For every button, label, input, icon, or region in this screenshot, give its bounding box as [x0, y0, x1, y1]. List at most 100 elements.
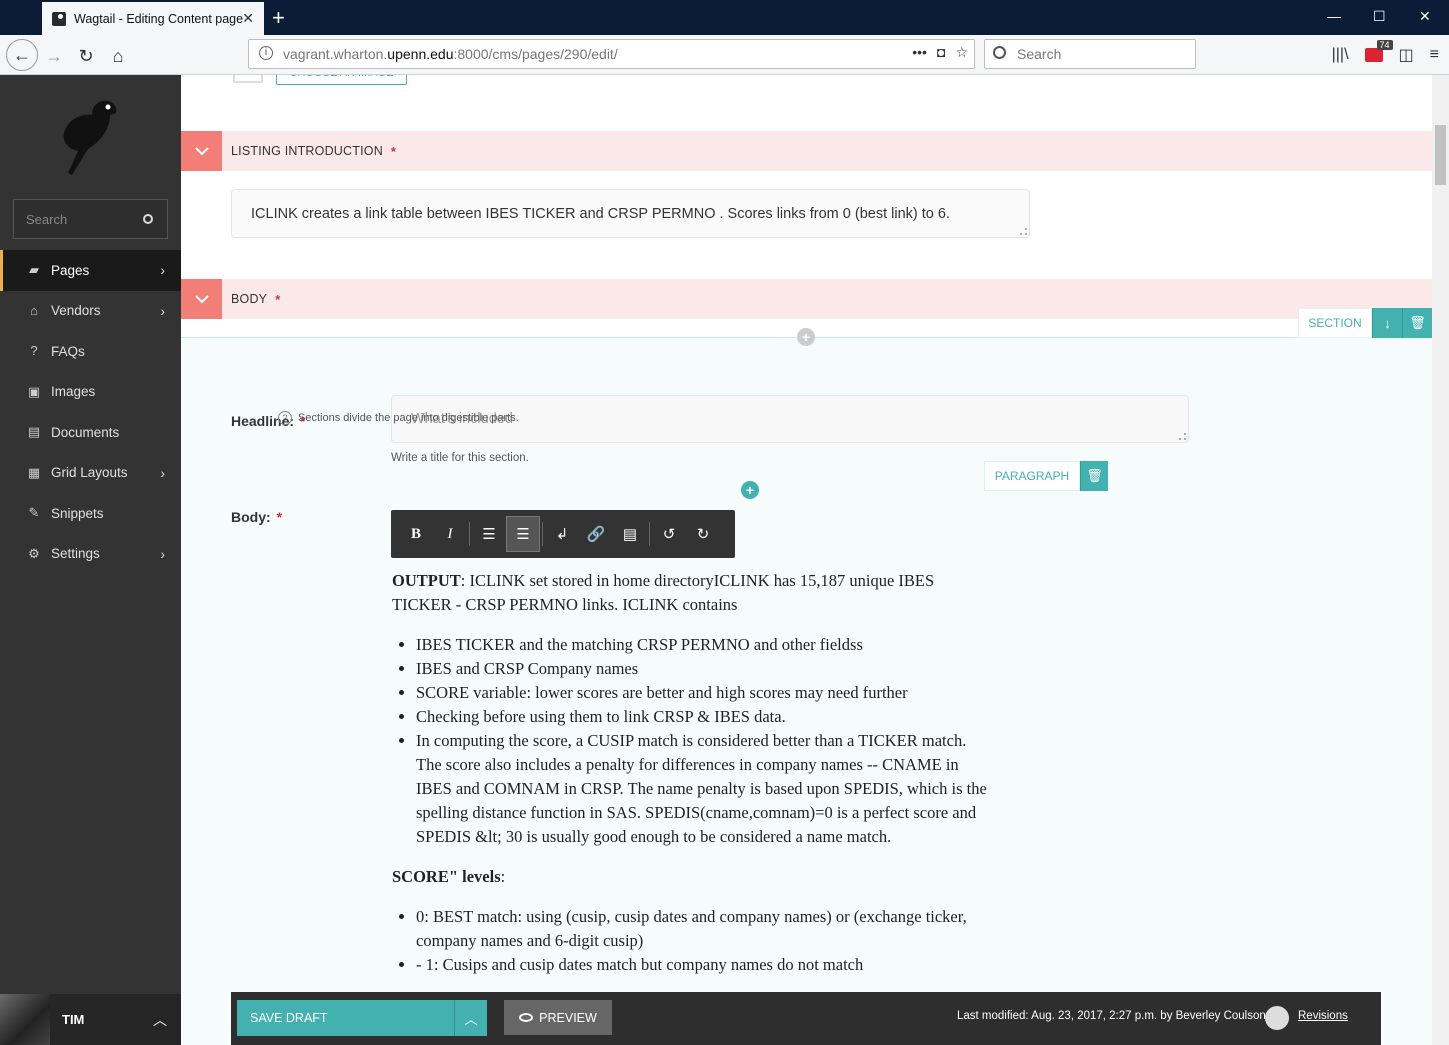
delete-icon[interactable]: 🗑 [1402, 308, 1432, 338]
url-bar[interactable]: i vagrant.wharton. upenn.edu:8000/cms/pag… [248, 39, 975, 69]
document-link-icon[interactable]: ▤ [613, 516, 647, 552]
preview-label: PREVIEW [539, 1010, 597, 1025]
image-placeholder-icon [233, 75, 263, 83]
forward-arrow-icon[interactable]: → [40, 42, 68, 70]
account-menu[interactable]: TIM ︿ [0, 994, 181, 1045]
maximize-icon[interactable]: ☐ [1373, 8, 1386, 25]
choose-image-button[interactable]: CHOOSE AN IMAGE [276, 75, 407, 85]
extension-icon[interactable]: 74 [1364, 40, 1393, 62]
list-item: In computing the score, a CUSIP match is… [416, 729, 992, 849]
document-icon: ▤ [27, 424, 41, 440]
sidebar-item-grid-layouts[interactable]: ▦ Grid Layouts › [0, 453, 181, 494]
search-icon[interactable] [143, 214, 153, 224]
revisions-link[interactable]: Revisions [1298, 1010, 1348, 1022]
headline-tooltip: ? Sections divide the page into digestib… [278, 411, 519, 425]
sidebar-item-label: Pages [51, 262, 90, 278]
sidebar-item-label: Settings [51, 546, 100, 562]
add-block-icon[interactable]: + [741, 481, 759, 499]
sidebar-menu: ▰ Pages › ⌂ Vendors › ? FAQs ▣ Images ▤ … [0, 250, 181, 574]
contents-list: IBES TICKER and the matching CRSP PERMNO… [416, 633, 992, 849]
last-modified-text: Last modified: Aug. 23, 2017, 2:27 p.m. … [957, 1010, 1266, 1022]
browser-tab-bar: Wagtail - Editing Content page ✕ + — ☐ ✕ [0, 0, 1449, 35]
chevron-right-icon: › [160, 545, 165, 562]
sidebar-item-images[interactable]: ▣ Images [0, 372, 181, 413]
headline-tip-text: Sections divide the page into digestible… [298, 412, 519, 424]
sidebar-item-snippets[interactable]: ✎ Snippets [0, 493, 181, 534]
unordered-list-icon[interactable]: ☰ [506, 516, 540, 552]
browser-nav-bar: ← → ↻ ⌂ i vagrant.wharton. upenn.edu:8000… [0, 35, 1449, 75]
new-tab-icon[interactable]: + [272, 5, 285, 31]
library-icon[interactable]: |||\ [1332, 46, 1349, 64]
resize-handle-icon[interactable] [1179, 433, 1186, 440]
admin-sidebar: Search ▰ Pages › ⌂ Vendors › ? FAQs ▣ Im… [0, 75, 181, 1045]
pocket-icon[interactable]: ◘ [937, 44, 945, 61]
sidebar-toggle-icon[interactable]: ◫ [1399, 45, 1414, 65]
required-marker: * [275, 291, 281, 307]
body-rich-text-editor[interactable]: OUTPUT: ICLINK set stored in home direct… [392, 569, 992, 993]
redo-icon[interactable]: ↻ [686, 516, 720, 552]
url-path: :8000/cms/pages/290/edit/ [453, 46, 618, 62]
link-icon[interactable]: 🔗 [579, 516, 613, 552]
page-scrollbar[interactable] [1432, 75, 1449, 1045]
line-break-icon[interactable]: ↲ [545, 516, 579, 552]
bank-icon: ⌂ [30, 302, 38, 318]
sidebar-item-faqs[interactable]: ? FAQs [0, 331, 181, 372]
ordered-list-icon[interactable]: ☰ [472, 516, 506, 552]
undo-icon[interactable]: ↺ [652, 516, 686, 552]
scrollbar-thumb[interactable] [1435, 125, 1446, 185]
panel-title: LISTING INTRODUCTION [231, 144, 383, 158]
delete-icon[interactable]: 🗑 [1080, 461, 1108, 491]
sidebar-item-vendors[interactable]: ⌂ Vendors › [0, 291, 181, 332]
save-draft-button[interactable]: SAVE DRAFT [237, 1000, 454, 1036]
listing-introduction-input[interactable]: ICLINK creates a link table between IBES… [231, 189, 1030, 238]
italic-icon[interactable]: I [433, 516, 467, 552]
home-icon[interactable]: ⌂ [104, 42, 132, 70]
reload-icon[interactable]: ↻ [72, 42, 100, 70]
listing-introduction-panel-header: LISTING INTRODUCTION * [181, 131, 1432, 171]
minimize-icon[interactable]: — [1327, 8, 1341, 24]
chevron-up-icon[interactable]: ︿ [153, 1010, 167, 1030]
score-levels-list: 0: BEST match: using (cusip, cusip dates… [416, 905, 992, 977]
sidebar-item-settings[interactable]: ⚙ Settings › [0, 534, 181, 575]
back-arrow-icon[interactable]: ← [6, 39, 38, 71]
sidebar-item-documents[interactable]: ▤ Documents [0, 412, 181, 453]
sidebar-item-pages[interactable]: ▰ Pages › [0, 250, 181, 291]
move-down-icon[interactable]: ↓ [1372, 308, 1402, 338]
collapse-toggle[interactable] [181, 279, 222, 319]
hamburger-menu-icon[interactable]: ≡ [1430, 46, 1439, 64]
browser-search-input[interactable]: Search [984, 39, 1196, 69]
list-item: 0: BEST match: using (cusip, cusip dates… [416, 905, 992, 953]
add-block-icon[interactable]: + [797, 328, 815, 346]
bold-icon[interactable]: B [399, 516, 433, 552]
listing-introduction-value: ICLINK creates a link table between IBES… [251, 205, 950, 222]
sidebar-search-input[interactable]: Search [13, 199, 168, 239]
avatar [0, 994, 50, 1045]
list-item: Checking before using them to link CRSP … [416, 705, 992, 729]
bookmark-star-icon[interactable]: ☆ [955, 44, 968, 61]
resize-handle-icon[interactable] [1020, 228, 1027, 235]
wagtail-logo-icon[interactable] [58, 97, 120, 177]
output-paragraph: OUTPUT: ICLINK set stored in home direct… [392, 571, 935, 614]
sidebar-item-label: Snippets [51, 505, 104, 521]
url-prefix: vagrant.wharton. [283, 46, 388, 62]
tab-close-icon[interactable]: ✕ [242, 10, 254, 27]
chevron-right-icon: › [160, 302, 165, 319]
collapse-toggle[interactable] [181, 131, 222, 171]
sidebar-item-label: Images [51, 384, 96, 400]
chevron-right-icon: › [160, 262, 165, 278]
section-block-controls: SECTION ↓ 🗑 [1298, 308, 1432, 338]
preview-button[interactable]: PREVIEW [504, 1000, 612, 1035]
chevron-down-icon [194, 147, 209, 156]
page-actions-icon[interactable]: ••• [912, 44, 927, 61]
site-info-icon[interactable]: i [259, 46, 273, 60]
chevron-up-icon[interactable]: ︿ [454, 1000, 487, 1036]
window-close-icon[interactable]: ✕ [1419, 8, 1431, 25]
paragraph-block-type: PARAGRAPH [984, 461, 1080, 491]
headline-help-text: Write a title for this section. [391, 452, 529, 464]
browser-tab[interactable]: Wagtail - Editing Content page ✕ [42, 2, 264, 35]
folder-open-icon: ▰ [29, 262, 39, 278]
help-icon: ? [30, 343, 38, 359]
required-marker: * [390, 143, 396, 159]
list-item: - 1: Cusips and cusip dates match but co… [416, 953, 992, 977]
snippet-icon: ✎ [28, 505, 40, 521]
